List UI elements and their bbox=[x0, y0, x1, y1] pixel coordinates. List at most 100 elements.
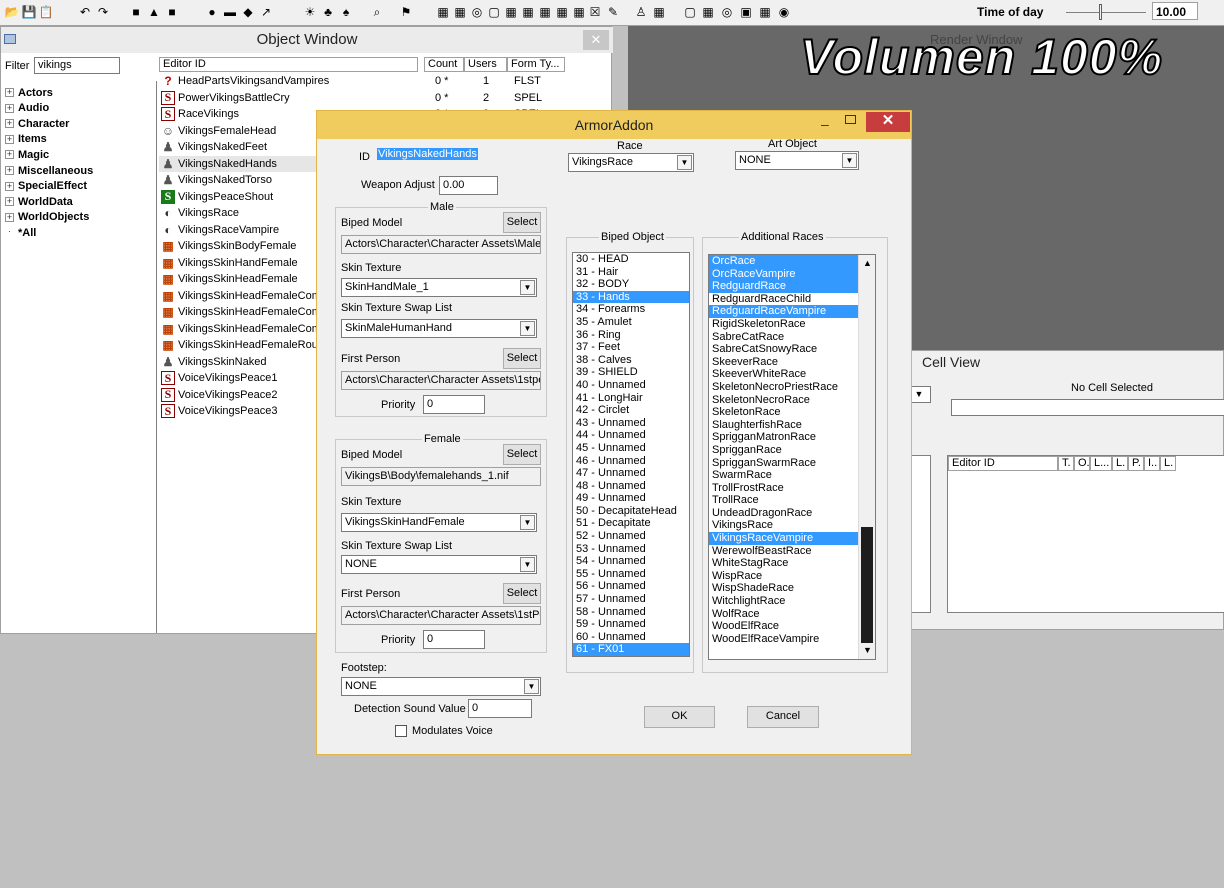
race-item[interactable]: OrcRaceVampire bbox=[709, 267, 858, 281]
maximize-icon[interactable] bbox=[845, 115, 856, 124]
biped-object-item[interactable]: 50 - DecapitateHead bbox=[573, 505, 689, 518]
table-row[interactable]: S PowerVikingsBattleCry 0 * 2 SPEL bbox=[159, 90, 611, 106]
open-icon[interactable]: 📂 bbox=[3, 3, 21, 21]
biped-object-item[interactable]: 37 - Feet bbox=[573, 341, 689, 354]
female-skin-texture-dropdown[interactable]: VikingsSkinHandFemale ▼ bbox=[341, 513, 537, 532]
biped-object-item[interactable]: 42 - Circlet bbox=[573, 404, 689, 417]
column-form-type[interactable]: Form Ty... bbox=[507, 57, 565, 72]
tree-item[interactable]: + WorldData bbox=[5, 194, 73, 209]
cell-column-i[interactable]: I.. bbox=[1144, 456, 1160, 471]
tree-item[interactable]: + Miscellaneous bbox=[5, 163, 93, 178]
time-of-day-value[interactable]: 10.00 bbox=[1152, 2, 1198, 20]
biped-object-item[interactable]: 47 - Unnamed bbox=[573, 467, 689, 480]
footstep-dropdown[interactable]: NONE ▼ bbox=[341, 677, 541, 696]
biped-object-item[interactable]: 40 - Unnamed bbox=[573, 379, 689, 392]
properties-icon[interactable]: 📋 bbox=[37, 3, 55, 21]
expand-icon[interactable]: + bbox=[5, 103, 14, 113]
biped-object-item[interactable]: 45 - Unnamed bbox=[573, 442, 689, 455]
table-row[interactable]: ? HeadPartsVikingsandVampires 0 * 1 FLST bbox=[159, 73, 611, 89]
biped-object-item[interactable]: 54 - Unnamed bbox=[573, 555, 689, 568]
race-item[interactable]: WhiteStagRace bbox=[709, 557, 858, 570]
circle-icon[interactable]: ◎ bbox=[468, 3, 486, 21]
biped-object-item[interactable]: 31 - Hair bbox=[573, 266, 689, 279]
race-item[interactable]: SkeletonNecroPriestRace bbox=[709, 381, 858, 394]
filter-input[interactable]: vikings bbox=[34, 57, 120, 74]
redo-icon[interactable]: ↷ bbox=[94, 3, 112, 21]
scroll-up-icon[interactable]: ▲ bbox=[863, 258, 872, 268]
column-users[interactable]: Users bbox=[464, 57, 507, 72]
race-item[interactable]: SkeeverRace bbox=[709, 356, 858, 369]
race-item[interactable]: SprigganMatronRace bbox=[709, 431, 858, 444]
grid8-icon[interactable]: ▦ bbox=[650, 3, 668, 21]
biped-object-item[interactable]: 51 - Decapitate bbox=[573, 517, 689, 530]
expand-icon[interactable]: + bbox=[5, 166, 14, 175]
male-biped-select-button[interactable]: Select bbox=[503, 212, 541, 233]
race-item[interactable]: WitchlightRace bbox=[709, 595, 858, 608]
race-item[interactable]: VikingsRace bbox=[709, 519, 858, 532]
expand-icon[interactable]: + bbox=[5, 197, 14, 207]
biped-object-item[interactable]: 55 - Unnamed bbox=[573, 568, 689, 581]
cell-column-l1[interactable]: L... bbox=[1090, 456, 1112, 471]
race-dropdown[interactable]: VikingsRace ▼ bbox=[568, 153, 694, 172]
biped-object-item[interactable]: 41 - LongHair bbox=[573, 392, 689, 405]
circle2-icon[interactable]: ◎ bbox=[718, 3, 736, 21]
female-swap-list-dropdown[interactable]: NONE ▼ bbox=[341, 555, 537, 574]
scroll-down-icon[interactable]: ▼ bbox=[863, 645, 872, 655]
web-icon[interactable]: ▣ bbox=[737, 3, 755, 21]
biped-object-item[interactable]: 35 - Amulet bbox=[573, 316, 689, 329]
grid4-icon[interactable]: ▦ bbox=[519, 3, 537, 21]
race-item[interactable]: SabreCatRace bbox=[709, 331, 858, 344]
race-item[interactable]: SprigganRace bbox=[709, 444, 858, 457]
grid-icon[interactable]: ▦ bbox=[434, 3, 452, 21]
male-priority-input[interactable]: 0 bbox=[423, 395, 485, 414]
female-first-person-select-button[interactable]: Select bbox=[503, 583, 541, 604]
grass-icon[interactable]: ♠ bbox=[337, 3, 355, 21]
biped-object-item[interactable]: 60 - Unnamed bbox=[573, 631, 689, 644]
grid9-icon[interactable]: ▦ bbox=[699, 3, 717, 21]
race-item[interactable]: SwarmRace bbox=[709, 469, 858, 482]
race-item[interactable]: SkeeverWhiteRace bbox=[709, 368, 858, 381]
minimize-icon[interactable]: – bbox=[821, 116, 829, 132]
biped-object-item[interactable]: 59 - Unnamed bbox=[573, 618, 689, 631]
biped-object-item[interactable]: 61 - FX01 bbox=[573, 643, 689, 656]
expand-icon[interactable]: + bbox=[5, 212, 14, 222]
tree-item[interactable]: + SpecialEffect bbox=[5, 179, 87, 194]
biped-object-item[interactable]: 52 - Unnamed bbox=[573, 530, 689, 543]
male-first-person-select-button[interactable]: Select bbox=[503, 348, 541, 369]
expand-icon[interactable]: + bbox=[5, 88, 14, 97]
cell-column-l3[interactable]: L. bbox=[1160, 456, 1176, 471]
cell-column-o[interactable]: O. bbox=[1074, 456, 1090, 471]
crossbox-icon[interactable]: ☒ bbox=[586, 3, 604, 21]
biped-object-item[interactable]: 49 - Unnamed bbox=[573, 492, 689, 505]
search-icon[interactable]: ⌕ bbox=[368, 3, 386, 21]
tool-icon[interactable]: ✎ bbox=[604, 3, 622, 21]
race-item[interactable]: WispRace bbox=[709, 570, 858, 583]
races-scrollbar[interactable]: ▲ ▼ bbox=[858, 255, 875, 659]
landscape-icon[interactable]: ▬ bbox=[221, 3, 239, 21]
sphere-icon[interactable]: ● bbox=[203, 3, 221, 21]
tree-item[interactable]: + Actors bbox=[5, 85, 53, 100]
ok-button[interactable]: OK bbox=[644, 706, 715, 728]
weapon-adjust-input[interactable]: 0.00 bbox=[439, 176, 498, 195]
race-item[interactable]: WoodElfRaceVampire bbox=[709, 633, 858, 646]
cell-column-p[interactable]: P. bbox=[1128, 456, 1144, 471]
close-icon[interactable]: ✕ bbox=[866, 112, 910, 132]
female-biped-select-button[interactable]: Select bbox=[503, 444, 541, 465]
biped-object-item[interactable]: 38 - Calves bbox=[573, 354, 689, 367]
terrain-icon[interactable]: ▲ bbox=[145, 3, 163, 21]
grid6-icon[interactable]: ▦ bbox=[553, 3, 571, 21]
tree-item[interactable]: + Magic bbox=[5, 147, 49, 162]
undo-icon[interactable]: ↶ bbox=[76, 3, 94, 21]
cell-object-grid[interactable]: Editor ID T. O. L... L. P. I.. L. bbox=[947, 455, 1224, 613]
race-item[interactable]: SlaughterfishRace bbox=[709, 419, 858, 432]
tree-item[interactable]: + WorldObjects bbox=[5, 210, 89, 225]
modulates-voice-checkbox[interactable] bbox=[395, 725, 407, 737]
races-scrollbar-thumb[interactable] bbox=[861, 527, 873, 643]
cell-column-editor-id[interactable]: Editor ID bbox=[948, 456, 1058, 471]
object-icon[interactable]: ■ bbox=[163, 3, 181, 21]
race-item[interactable]: SkeletonNecroRace bbox=[709, 394, 858, 407]
biped-object-item[interactable]: 53 - Unnamed bbox=[573, 543, 689, 556]
actor-icon[interactable]: ■ bbox=[127, 3, 145, 21]
race-item[interactable]: SabreCatSnowyRace bbox=[709, 343, 858, 356]
biped-object-item[interactable]: 43 - Unnamed bbox=[573, 417, 689, 430]
